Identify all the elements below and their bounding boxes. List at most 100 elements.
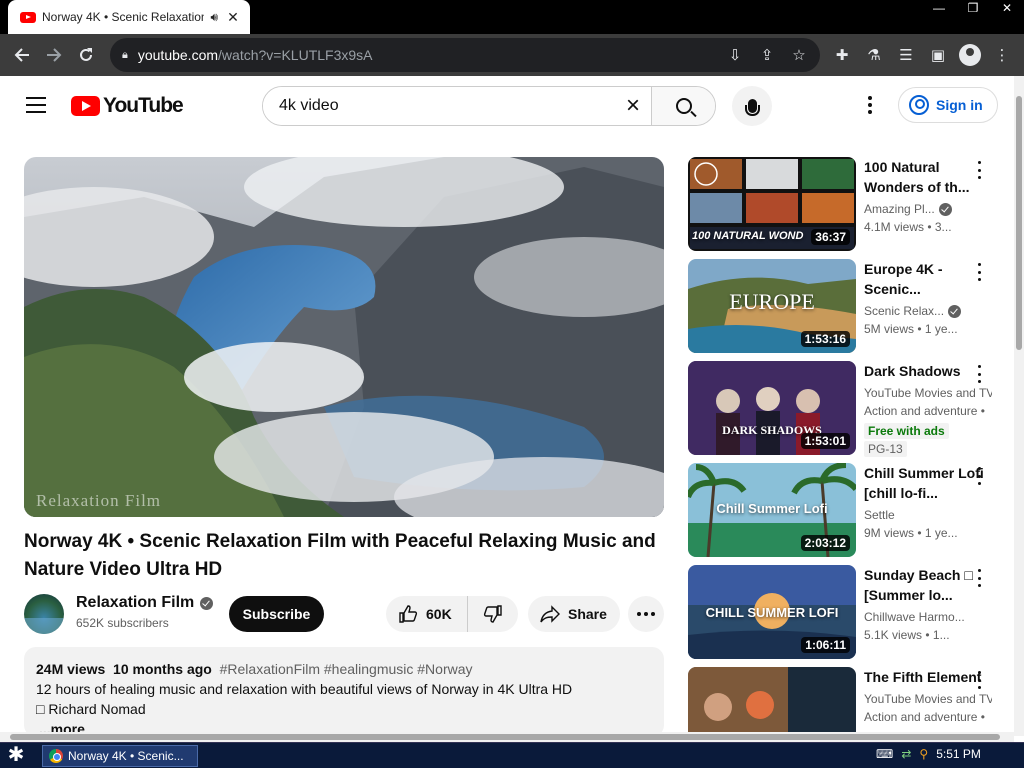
recommendation-thumbnail[interactable] [688, 667, 856, 732]
recommendation-meta: 9M views • 1 ye... [864, 526, 958, 540]
install-app-icon[interactable]: ⇩ [724, 46, 746, 64]
description-meta: 24M views 10 months ago #RelaxationFilm … [36, 659, 652, 679]
verified-check-icon [200, 596, 214, 610]
recommendation-channel[interactable]: Chillwave Harmo... [864, 608, 965, 626]
dislike-button[interactable] [468, 596, 518, 632]
search-input[interactable] [263, 87, 615, 125]
restore-button[interactable]: ❐ [956, 0, 990, 18]
reload-button[interactable] [70, 39, 102, 71]
recommendation-title[interactable]: 100 Natural Wonders of th... [864, 157, 992, 197]
youtube-logo[interactable]: YouTube [71, 94, 184, 118]
recommendation-title[interactable]: Chill Summer Lofi [chill lo-fi... [864, 463, 992, 503]
more-actions-icon[interactable] [628, 596, 664, 632]
recommendation-thumbnail[interactable]: Chill Summer Lofi 2:03:12 [688, 463, 856, 557]
system-tray: ⌨ ⇄ ⚲ 5:51 PM [876, 747, 981, 761]
recommendation-item[interactable]: DARK SHADOWS 1:53:01 Dark Shadows YouTub… [688, 361, 1004, 457]
search-button[interactable] [651, 87, 715, 125]
back-button[interactable] [6, 39, 38, 71]
horizontal-scroll-thumb[interactable] [10, 734, 1000, 740]
media-queue-icon[interactable]: ☰ [892, 39, 920, 71]
keyboard-icon[interactable]: ⌨ [876, 747, 893, 761]
recommendation-thumbnail[interactable]: EUROPE 1:53:16 [688, 259, 856, 353]
labs-flask-icon[interactable]: ⚗ [860, 39, 888, 71]
speaker-icon[interactable]: 🔊︎ [210, 10, 218, 25]
recommendation-menu-icon[interactable] [974, 467, 984, 485]
youtube-favicon-icon [20, 11, 36, 23]
recommendation-item[interactable]: The Fifth Element YouTube Movies and TV … [688, 667, 1004, 732]
address-bar[interactable]: 🔒︎ youtube.com/watch?v=KLUTLF3x9sA ⇩ ⇪ ☆ [110, 38, 820, 72]
settings-menu-icon[interactable] [862, 94, 878, 116]
search-tray-icon[interactable]: ⚲ [919, 747, 928, 761]
clock[interactable]: 5:51 PM [936, 747, 981, 761]
channel-name-link[interactable]: Relaxation Film [76, 594, 214, 612]
verified-check-icon [948, 304, 962, 318]
recommendation-menu-icon[interactable] [974, 365, 984, 383]
start-menu-icon[interactable]: ✱ [4, 745, 28, 767]
share-page-icon[interactable]: ⇪ [756, 46, 778, 64]
recommendation-item[interactable]: 100 NATURAL WOND 36:37 100 Natural Wonde… [688, 157, 1004, 251]
channel-avatar[interactable] [24, 594, 64, 634]
vertical-scroll-thumb[interactable] [1016, 96, 1022, 350]
recommendation-title[interactable]: Sunday Beach □ [Summer lo... [864, 565, 992, 605]
description-box[interactable]: 24M views 10 months ago #RelaxationFilm … [24, 647, 664, 737]
recommendation-item[interactable]: CHILL SUMMER LOFI 1:06:11 Sunday Beach □… [688, 565, 1004, 659]
sign-in-button[interactable]: Sign in [898, 87, 998, 123]
recommendation-item[interactable]: EUROPE 1:53:16 Europe 4K - Scenic... Sce… [688, 259, 1004, 353]
clear-search-icon[interactable]: × [615, 87, 651, 125]
network-icon[interactable]: ⇄ [901, 747, 911, 761]
recommendation-title[interactable]: Dark Shadows [864, 361, 992, 381]
recommendation-menu-icon[interactable] [974, 263, 984, 281]
voice-search-button[interactable] [732, 86, 772, 126]
account-circle-icon [909, 95, 929, 115]
hashtags[interactable]: #RelaxationFilm #healingmusic #Norway [220, 661, 473, 677]
recommendation-channel[interactable]: YouTube Movies and TV [864, 690, 992, 708]
recommendation-menu-icon[interactable] [974, 671, 984, 689]
recommendation-channel[interactable]: Settle [864, 506, 895, 524]
recommendation-channel[interactable]: Amazing Pl... [864, 200, 935, 218]
recommendation-item[interactable]: Chill Summer Lofi 2:03:12 Chill Summer L… [688, 463, 1004, 557]
vertical-scrollbar[interactable] [1014, 76, 1024, 736]
credit-box-icon: □ [36, 701, 49, 717]
recommendation-title[interactable]: The Fifth Element [864, 667, 992, 687]
lock-icon: 🔒︎ [122, 48, 128, 61]
view-count: 24M views [36, 661, 106, 677]
url-text[interactable]: youtube.com/watch?v=KLUTLF3x9sA [138, 47, 724, 63]
side-panel-icon[interactable]: ▣ [924, 39, 952, 71]
recommendation-title[interactable]: Europe 4K - Scenic... [864, 259, 992, 299]
profile-button[interactable] [956, 39, 984, 71]
tab-close-icon[interactable]: ✕ [224, 9, 242, 26]
guide-menu-icon[interactable] [26, 97, 46, 113]
browser-tab[interactable]: Norway 4K • Scenic Relaxation 🔊︎ ✕ [8, 0, 250, 34]
rating-badge: PG-13 [864, 441, 907, 457]
recommendation-meta: 4.1M views • 3... [864, 220, 952, 234]
recommendation-thumbnail[interactable]: 100 NATURAL WOND 36:37 [688, 157, 856, 251]
recommendation-thumbnail[interactable]: CHILL SUMMER LOFI 1:06:11 [688, 565, 856, 659]
window-close-button[interactable]: ✕ [990, 0, 1024, 18]
forward-button[interactable] [38, 39, 70, 71]
chrome-icon [49, 749, 63, 763]
free-with-ads-badge: Free with ads [864, 423, 949, 439]
bookmark-star-icon[interactable]: ☆ [788, 46, 810, 64]
recommendation-thumbnail[interactable]: DARK SHADOWS 1:53:01 [688, 361, 856, 455]
browser-menu-icon[interactable]: ⋮ [988, 39, 1016, 71]
verified-check-icon [938, 202, 952, 216]
recommendation-menu-icon[interactable] [974, 569, 984, 587]
like-button[interactable]: 60K [386, 596, 468, 632]
microphone-icon [744, 99, 760, 116]
recommendation-channel[interactable]: Scenic Relax... [864, 302, 944, 320]
recommendation-meta: 5.1K views • 1... [864, 628, 950, 642]
thumbs-up-icon [399, 605, 418, 623]
reload-icon [80, 48, 92, 61]
minimize-button[interactable]: — [922, 0, 956, 18]
recommendation-channel[interactable]: YouTube Movies and TV [864, 384, 992, 402]
video-player[interactable]: Relaxation Film [24, 157, 664, 517]
owner-row: Relaxation Film 652K subscribers Subscri… [24, 592, 664, 634]
share-button[interactable]: Share [528, 596, 620, 632]
channel-name: Relaxation Film [76, 594, 195, 611]
horizontal-scrollbar[interactable] [0, 732, 1014, 742]
extensions-icon[interactable]: ✚ [828, 39, 856, 71]
subscribe-button[interactable]: Subscribe [229, 596, 324, 632]
taskbar-chrome-window[interactable]: Norway 4K • Scenic... [42, 745, 198, 767]
recommendation-menu-icon[interactable] [974, 161, 984, 179]
browser-toolbar: 🔒︎ youtube.com/watch?v=KLUTLF3x9sA ⇩ ⇪ ☆… [0, 34, 1024, 76]
